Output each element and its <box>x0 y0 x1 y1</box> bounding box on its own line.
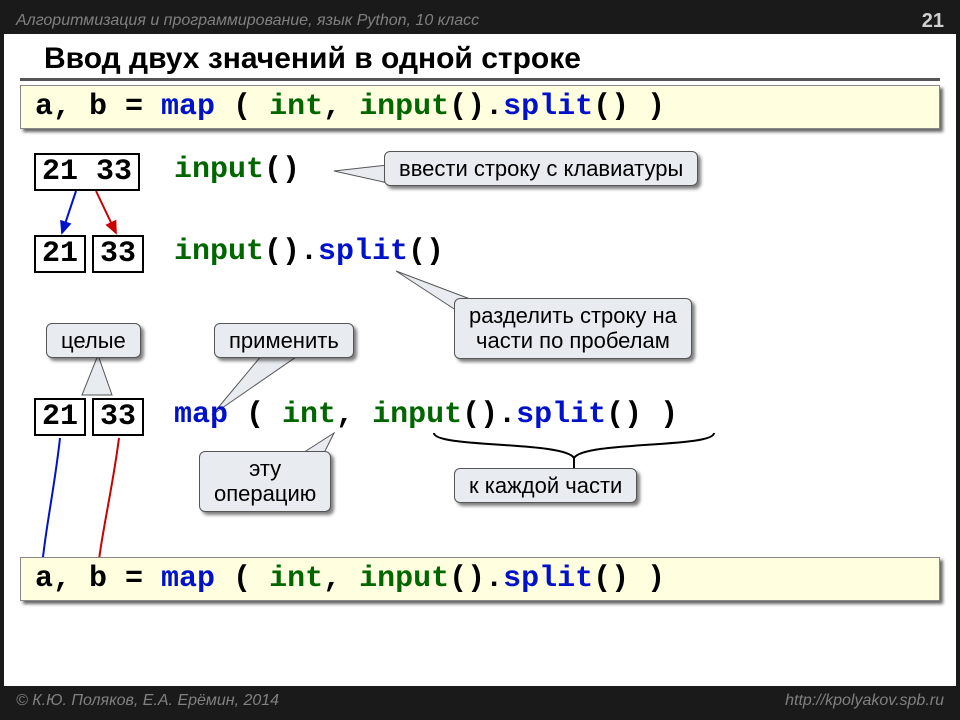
kw-split: split <box>503 90 593 124</box>
code-text: () ) <box>593 90 665 124</box>
callout-text: применить <box>229 328 339 353</box>
footer-right: http://kpolyakov.spb.ru <box>785 692 944 710</box>
kw-map: map <box>161 90 215 124</box>
callout-integers: целые <box>46 323 141 358</box>
callout-each-part: к каждой части <box>454 468 637 503</box>
kw-input: input <box>359 90 449 124</box>
code-text: (). <box>449 562 503 596</box>
callout-text: к каждой части <box>469 473 622 498</box>
kw-input: input <box>174 235 264 269</box>
callout-text: эту операцию <box>214 456 316 506</box>
code-text: (). <box>462 398 516 432</box>
header-bar: Алгоритмизация и программирование, язык … <box>4 4 956 34</box>
code-row3: map ( int, input().split() ) <box>174 398 678 432</box>
value-21: 21 <box>34 235 86 273</box>
value-boxes-row3: 2133 <box>34 398 144 436</box>
code-text: () ) <box>593 562 665 596</box>
page-number: 21 <box>922 10 944 33</box>
kw-int: int <box>269 562 323 596</box>
kw-split: split <box>516 398 606 432</box>
code-text: , <box>323 90 359 124</box>
code-bar-top: a, b = map ( int, input().split() ) <box>20 85 940 129</box>
value-21: 21 <box>34 398 86 436</box>
code-text: (). <box>264 235 318 269</box>
callout-input: ввести строку с клавиатуры <box>384 151 698 186</box>
code-text: (). <box>449 90 503 124</box>
value-33: 33 <box>92 235 144 273</box>
kw-map: map <box>161 562 215 596</box>
footer-left: © К.Ю. Поляков, Е.А. Ерёмин, 2014 <box>16 692 279 710</box>
code-row1: input() <box>174 153 300 187</box>
callout-text: разделить строку на части по пробелам <box>469 303 677 353</box>
kw-int: int <box>282 398 336 432</box>
code-text: () <box>408 235 444 269</box>
value-21-33: 21 33 <box>34 153 140 191</box>
code-text: () ) <box>606 398 678 432</box>
code-row2: input().split() <box>174 235 444 269</box>
code-text: () <box>264 153 300 187</box>
callout-operation: эту операцию <box>199 451 331 512</box>
footer-bar: © К.Ю. Поляков, Е.А. Ерёмин, 2014 http:/… <box>4 686 956 716</box>
header-subject: Алгоритмизация и программирование, язык … <box>16 12 479 30</box>
code-text: a, b = <box>35 90 161 124</box>
code-text: ( <box>215 90 269 124</box>
code-bar-bottom: a, b = map ( int, input().split() ) <box>20 557 940 601</box>
callout-split: разделить строку на части по пробелам <box>454 298 692 359</box>
kw-map: map <box>174 398 228 432</box>
code-text: ( <box>215 562 269 596</box>
value-box-combined: 21 33 <box>34 153 140 191</box>
code-text: , <box>323 562 359 596</box>
kw-input: input <box>359 562 449 596</box>
value-boxes-row2: 2133 <box>34 235 144 273</box>
kw-split: split <box>318 235 408 269</box>
code-text: a, b = <box>35 562 161 596</box>
callout-text: целые <box>61 328 126 353</box>
kw-input: input <box>372 398 462 432</box>
callout-text: ввести строку с клавиатуры <box>399 156 683 181</box>
kw-split: split <box>503 562 593 596</box>
kw-input: input <box>174 153 264 187</box>
code-text: ( <box>228 398 282 432</box>
value-33: 33 <box>92 398 144 436</box>
callout-apply: применить <box>214 323 354 358</box>
content-area: 21 33 input() ввести строку с клавиатуры… <box>4 133 956 653</box>
page-title: Ввод двух значений в одной строке <box>20 34 940 81</box>
kw-int: int <box>269 90 323 124</box>
code-text: , <box>336 398 372 432</box>
